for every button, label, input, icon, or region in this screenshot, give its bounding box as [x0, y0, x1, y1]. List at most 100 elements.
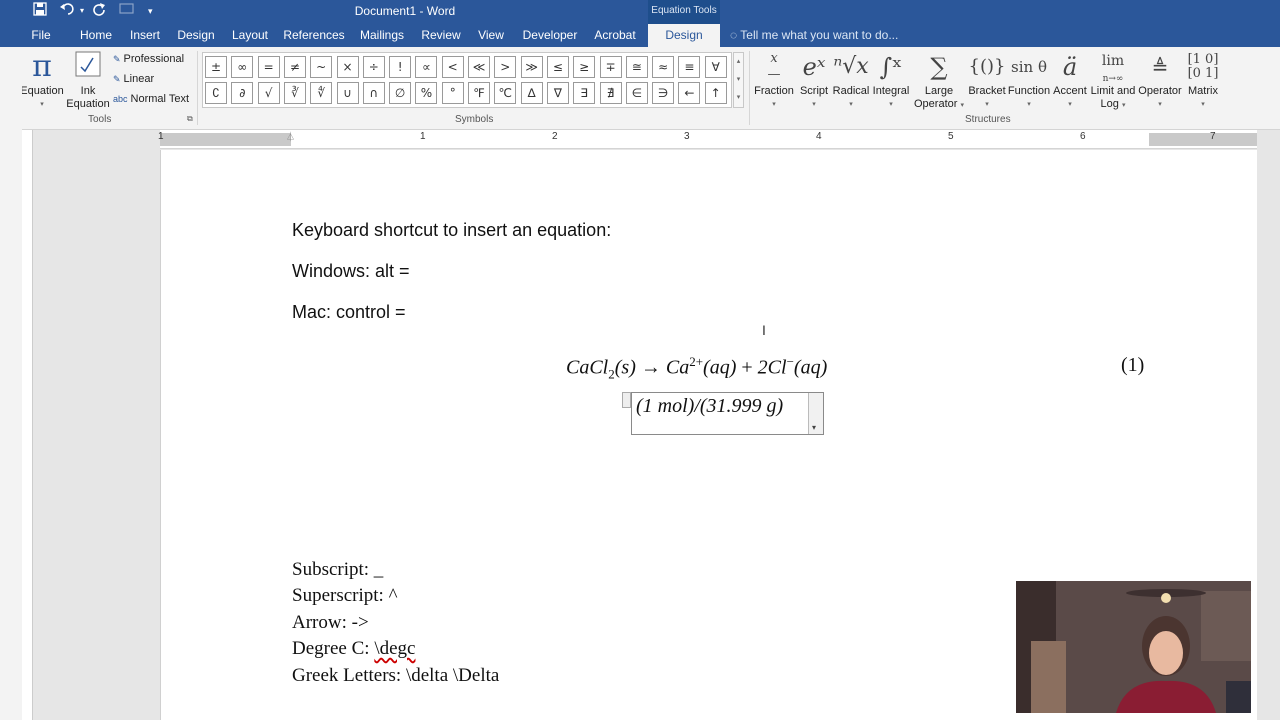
radical-button[interactable]: ⁿ√x Radical ▾: [830, 49, 872, 111]
symbol-button[interactable]: ∜: [310, 82, 333, 104]
equation-number: (1): [1121, 354, 1145, 376]
symbol-button[interactable]: ÷: [362, 56, 385, 78]
tab-references[interactable]: References: [281, 24, 347, 47]
symbol-button[interactable]: ∪: [336, 82, 359, 104]
accent-icon: ä: [1062, 53, 1078, 81]
symbol-button[interactable]: !: [389, 56, 412, 78]
doc-line-keyboard-shortcut: Keyboard shortcut to insert an equation:: [292, 220, 612, 240]
ruler-number: 2: [552, 131, 558, 142]
symbol-button[interactable]: ∋: [652, 82, 675, 104]
operator-button[interactable]: ≜ Operator ▾: [1136, 49, 1184, 111]
integral-button[interactable]: ∫ˣ Integral ▾: [870, 49, 912, 111]
tab-view[interactable]: View: [472, 24, 510, 47]
ruler-left-margin: [160, 133, 291, 146]
normal-text-button[interactable]: abc Normal Text: [113, 90, 189, 108]
function-button[interactable]: sin θ Function ▾: [1006, 49, 1052, 111]
log-label: Log ▾: [1100, 98, 1126, 110]
doc-line-greek: Greek Letters: \delta \Delta: [292, 665, 500, 686]
symbol-button[interactable]: ∀: [704, 56, 727, 78]
symbol-button[interactable]: ∆: [520, 82, 543, 104]
symbol-button[interactable]: ∝: [415, 56, 438, 78]
tell-me-text: Tell me what you want to do...: [740, 28, 899, 42]
symbol-button[interactable]: ∞: [231, 56, 254, 78]
eq-2cl: 2Cl: [757, 356, 787, 379]
symbol-button[interactable]: ℉: [468, 82, 490, 104]
dialog-launcher-icon[interactable]: ⧉: [187, 114, 193, 124]
equation-drag-handle[interactable]: [622, 392, 631, 408]
symbol-button[interactable]: ∩: [362, 82, 385, 104]
symbol-button[interactable]: ≈: [652, 56, 675, 78]
symbol-button[interactable]: ≤: [546, 56, 569, 78]
accent-label: Accent: [1053, 85, 1087, 97]
tell-me-box[interactable]: ◌ Tell me what you want to do...: [730, 24, 910, 47]
ruler-number: 7: [1210, 131, 1216, 142]
symbol-button[interactable]: ~: [310, 56, 333, 78]
symbol-button[interactable]: ∃: [573, 82, 596, 104]
tab-equation-design[interactable]: Design: [648, 24, 720, 47]
radical-icon: ⁿ√x: [833, 54, 869, 79]
active-equation-text[interactable]: (1 mol)/(31.999 g): [636, 395, 783, 418]
chevron-down-icon: ▾: [812, 423, 817, 432]
large-operator-button[interactable]: ∑ Large Operator ▾: [912, 49, 966, 112]
matrix-icon: [1 0] [0 1]: [1187, 52, 1219, 81]
symbol-button[interactable]: ≪: [468, 56, 490, 78]
bracket-button[interactable]: {()} Bracket ▾: [966, 49, 1008, 111]
script-button[interactable]: eˣ Script ▾: [796, 49, 832, 111]
eq-arrow: →: [640, 356, 661, 379]
tab-insert[interactable]: Insert: [125, 24, 165, 47]
symbol-button[interactable]: ∂: [231, 82, 254, 104]
equation-options-dropdown[interactable]: ▾: [808, 393, 823, 434]
structures-group-label: Structures: [965, 114, 1011, 125]
vertical-ruler[interactable]: [22, 130, 33, 720]
tab-review[interactable]: Review: [418, 24, 464, 47]
fraction-button[interactable]: x — Fraction ▾: [752, 49, 796, 111]
symbol-button[interactable]: =: [257, 56, 280, 78]
symbol-button[interactable]: ∛: [283, 82, 306, 104]
symbol-button[interactable]: ≠: [283, 56, 306, 78]
symbol-button[interactable]: ∇: [546, 82, 569, 104]
symbol-gallery-scroll[interactable]: ▴ ▾ ▾: [733, 52, 744, 108]
tab-developer[interactable]: Developer: [518, 24, 582, 47]
tab-acrobat[interactable]: Acrobat: [590, 24, 640, 47]
degree-prefix: Degree C:: [292, 638, 375, 659]
tab-mailings[interactable]: Mailings: [355, 24, 409, 47]
symbol-button[interactable]: ≫: [520, 56, 543, 78]
symbol-button[interactable]: °: [441, 82, 464, 104]
eq-ca: Ca: [665, 356, 690, 379]
symbol-button[interactable]: ±: [205, 56, 227, 78]
symbol-button[interactable]: ∓: [599, 56, 622, 78]
symbol-button[interactable]: ≅: [625, 56, 648, 78]
ink-equation-button[interactable]: Ink Equation: [64, 49, 112, 111]
eq-plus: +: [741, 356, 753, 379]
horizontal-ruler[interactable]: 1 1 2 3 4 5 6 7 ⏃: [158, 130, 1257, 149]
chevron-down-icon: ▾: [1158, 101, 1162, 108]
tools-group-label: Tools: [88, 114, 112, 125]
symbol-button[interactable]: ∁: [205, 82, 227, 104]
linear-button[interactable]: ✎ Linear: [113, 70, 154, 88]
symbol-button[interactable]: ℃: [494, 82, 517, 104]
symbol-button[interactable]: ×: [336, 56, 359, 78]
accent-button[interactable]: ä Accent ▾: [1050, 49, 1090, 111]
symbol-button[interactable]: ∅: [389, 82, 412, 104]
symbol-button[interactable]: √: [257, 82, 280, 104]
tab-home[interactable]: Home: [75, 24, 117, 47]
symbol-button[interactable]: <: [441, 56, 464, 78]
symbol-button[interactable]: ∈: [625, 82, 648, 104]
symbol-button[interactable]: >: [494, 56, 517, 78]
equation-button[interactable]: π Equation ▾: [18, 49, 66, 111]
symbol-button[interactable]: ∄: [599, 82, 622, 104]
tab-design[interactable]: Design: [173, 24, 219, 47]
professional-button[interactable]: ✎ Professional: [113, 50, 184, 68]
symbol-button[interactable]: ≡: [678, 56, 701, 78]
indent-marker-icon[interactable]: ⏃: [286, 130, 295, 143]
tab-file[interactable]: File: [24, 24, 58, 47]
symbol-button[interactable]: ↑: [704, 82, 727, 104]
symbols-group-label: Symbols: [455, 114, 494, 125]
tab-layout[interactable]: Layout: [227, 24, 273, 47]
symbol-button[interactable]: %: [415, 82, 438, 104]
matrix-button[interactable]: [1 0] [0 1] Matrix ▾: [1182, 49, 1224, 111]
chemical-equation[interactable]: CaCl2(s) → Ca2+(aq) + 2Cl−(aq): [566, 354, 827, 383]
symbol-button[interactable]: ←: [678, 82, 701, 104]
limit-and-log-button[interactable]: lim n→∞ Limit and Log ▾: [1088, 49, 1138, 112]
symbol-button[interactable]: ≥: [573, 56, 596, 78]
